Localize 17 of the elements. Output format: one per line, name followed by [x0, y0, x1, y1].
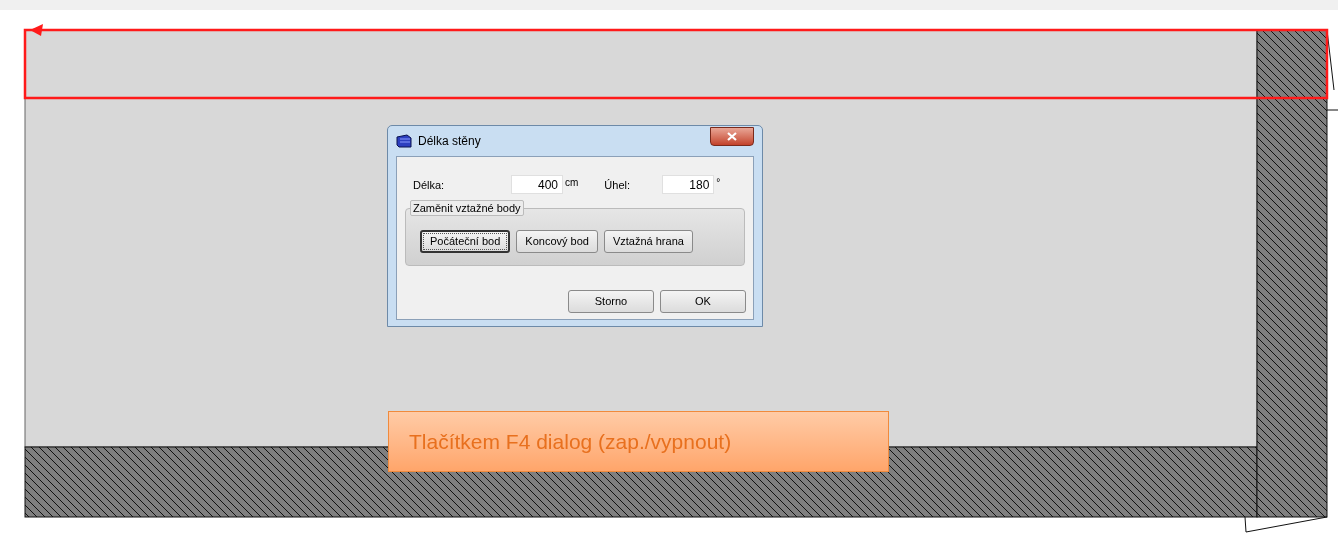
unit-label: cm: [565, 176, 579, 190]
number-field[interactable]: 400: [511, 175, 563, 194]
close-icon: [727, 131, 737, 141]
field-label: Délka:: [413, 178, 446, 193]
callout-text: Tlačítkem F4 dialog (zap./vypnout): [409, 428, 732, 455]
push-button[interactable]: OK: [660, 290, 746, 313]
window-icon: [396, 134, 412, 148]
close-button[interactable]: [710, 126, 754, 146]
dialog-title: Délka stěny: [418, 133, 481, 150]
push-button[interactable]: Storno: [568, 290, 654, 313]
field-label: Úhel:: [604, 178, 632, 193]
group-label: Zaměnit vztažné body: [410, 200, 524, 216]
push-button[interactable]: Počáteční bod: [420, 229, 511, 253]
number-field[interactable]: 180: [662, 175, 715, 194]
push-button[interactable]: Vztažná hrana: [603, 229, 693, 253]
unit-label: °: [716, 176, 721, 190]
push-button[interactable]: Koncový bod: [516, 229, 598, 253]
